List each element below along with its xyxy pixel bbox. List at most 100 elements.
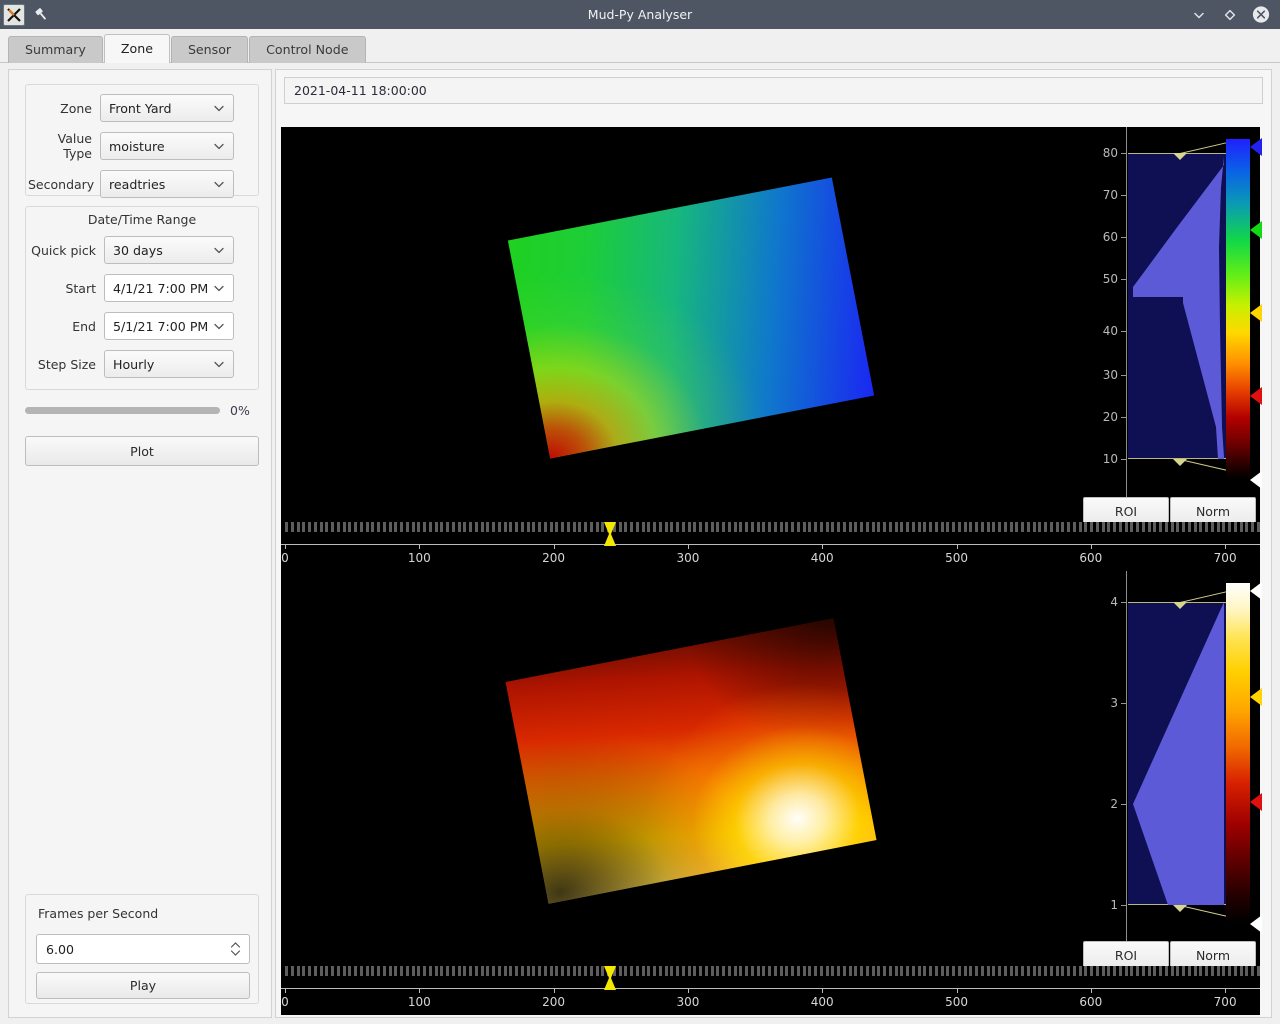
primary-histogram-plot[interactable] [1128,127,1228,522]
maximize-button[interactable] [1221,6,1239,24]
timeline-tick [1205,522,1208,532]
secondary-timeline-slider[interactable]: 0 100 200 300 400 500 600 700 [281,966,1260,1015]
end-datetime-input[interactable]: 5/1/21 7:00 PM [104,312,234,340]
timeline-tick [538,966,541,976]
timeline-tick [911,966,915,976]
primary-colorbar[interactable] [1226,139,1250,479]
lut-tick-yellow[interactable] [1250,304,1262,322]
tab-sensor[interactable]: Sensor [170,36,249,63]
timeline-tick [532,522,536,532]
lut-tick-white-low[interactable] [1250,915,1262,933]
timeline-tick [854,966,858,976]
primary-timeline-ticks[interactable] [281,522,1260,532]
timeline-tick [1084,522,1088,532]
spinner-arrows-icon[interactable] [230,942,241,957]
primary-histogram-lut[interactable]: 80 70 60 50 40 30 20 10 [1085,127,1262,522]
start-datetime-input[interactable]: 4/1/21 7:00 PM [104,274,234,302]
timeline-tick [1245,522,1249,532]
primary-image-plot[interactable]: 80 70 60 50 40 30 20 10 ROI Norm [281,127,1262,525]
secondary-heatmap [281,571,1085,966]
primary-timeline-handle[interactable] [602,522,618,560]
plot-button[interactable]: Plot [25,436,259,466]
timeline-tick [745,966,748,976]
timeline-tick [1067,522,1070,532]
step-size-select[interactable]: Hourly [104,350,234,378]
timeline-tick [934,522,938,532]
secondary-histogram-lut[interactable]: 4 3 2 1 [1085,571,1262,966]
timeline-tick [584,522,587,532]
lut-tick-green[interactable] [1250,221,1262,239]
timeline-tick [1026,522,1030,532]
timeline-tick-label: 600 [1079,551,1103,565]
timeline-tick [400,522,403,532]
primary-roi-button[interactable]: ROI [1083,497,1169,525]
tab-summary[interactable]: Summary [8,36,103,63]
region-handle-top[interactable] [1173,153,1187,160]
timeline-tick [1136,966,1139,976]
chevron-down-icon [213,320,225,332]
close-button[interactable] [1252,6,1270,24]
timeline-tick [957,966,961,976]
timeline-tick [405,966,409,976]
zone-select[interactable]: Front Yard [100,94,234,122]
lut-tick-white[interactable] [1250,582,1262,600]
timeline-tick [382,966,386,976]
primary-norm-button[interactable]: Norm [1170,497,1256,525]
value-type-select[interactable]: moisture [100,132,234,160]
title-bar-icons [0,3,51,26]
timeline-tick [687,966,691,976]
lut-tick-red[interactable] [1250,793,1262,811]
start-value: 4/1/21 7:00 PM [113,280,209,296]
secondary-timeline-ticks[interactable] [281,966,1260,976]
secondary-select[interactable]: readtries [100,170,234,198]
secondary-colorbar[interactable] [1226,583,1250,923]
secondary-norm-button[interactable]: Norm [1170,941,1256,969]
primary-timeline-slider[interactable]: 0 100 200 300 400 500 600 700 [281,522,1260,571]
timeline-major-tick [419,988,421,993]
minimize-button[interactable] [1190,6,1208,24]
region-handle-bottom[interactable] [1173,905,1187,912]
timeline-tick [900,522,904,532]
timeline-tick [348,522,352,532]
lut-tick-blue[interactable] [1250,138,1262,156]
secondary-roi-button[interactable]: ROI [1083,941,1169,969]
timestamp-field[interactable]: 2021-04-11 18:00:00 [284,77,1263,104]
tab-zone[interactable]: Zone [103,34,170,63]
lut-tick-yellow[interactable] [1250,688,1262,706]
quick-pick-select[interactable]: 30 days [104,236,234,264]
timeline-tick [699,522,702,532]
secondary-histogram-plot[interactable] [1128,571,1228,966]
timeline-major-tick [285,544,286,549]
region-handle-top[interactable] [1173,602,1187,609]
timeline-tick [871,522,875,532]
content-area: Zone Front Yard Value Type moisture Seco… [0,63,1280,1024]
region-handle-bottom[interactable] [1173,459,1187,466]
play-button[interactable]: Play [36,972,250,999]
timeline-tick [1044,966,1047,976]
timeline-tick [952,966,955,976]
lut-tick-red[interactable] [1250,387,1262,405]
timeline-tick [1245,966,1249,976]
pin-icon[interactable] [31,5,51,25]
timeline-tick [946,522,950,532]
axis-spine [1126,127,1127,522]
timeline-major-tick [553,988,555,993]
timeline-tick [578,522,582,532]
timeline-tick [331,522,334,532]
fps-spinbox[interactable]: 6.00 [36,934,250,964]
timeline-tick [388,522,392,532]
axis-tick-label: 3 [1110,696,1118,710]
timeline-tick [1015,522,1019,532]
secondary-image-view[interactable] [281,571,1085,966]
timeline-tick [963,966,967,976]
timeline-tick [618,522,622,532]
lut-tick-white[interactable] [1250,471,1262,489]
secondary-timeline-handle[interactable] [602,966,618,1004]
timeline-tick [727,966,731,976]
timeline-tick [549,966,553,976]
x11-app-icon[interactable] [3,3,25,26]
primary-image-view[interactable] [281,127,1085,522]
timeline-tick-label: 200 [542,551,566,565]
tab-control-node[interactable]: Control Node [249,36,366,63]
secondary-image-plot[interactable]: 4 3 2 1 ROI Norm [281,571,1262,969]
